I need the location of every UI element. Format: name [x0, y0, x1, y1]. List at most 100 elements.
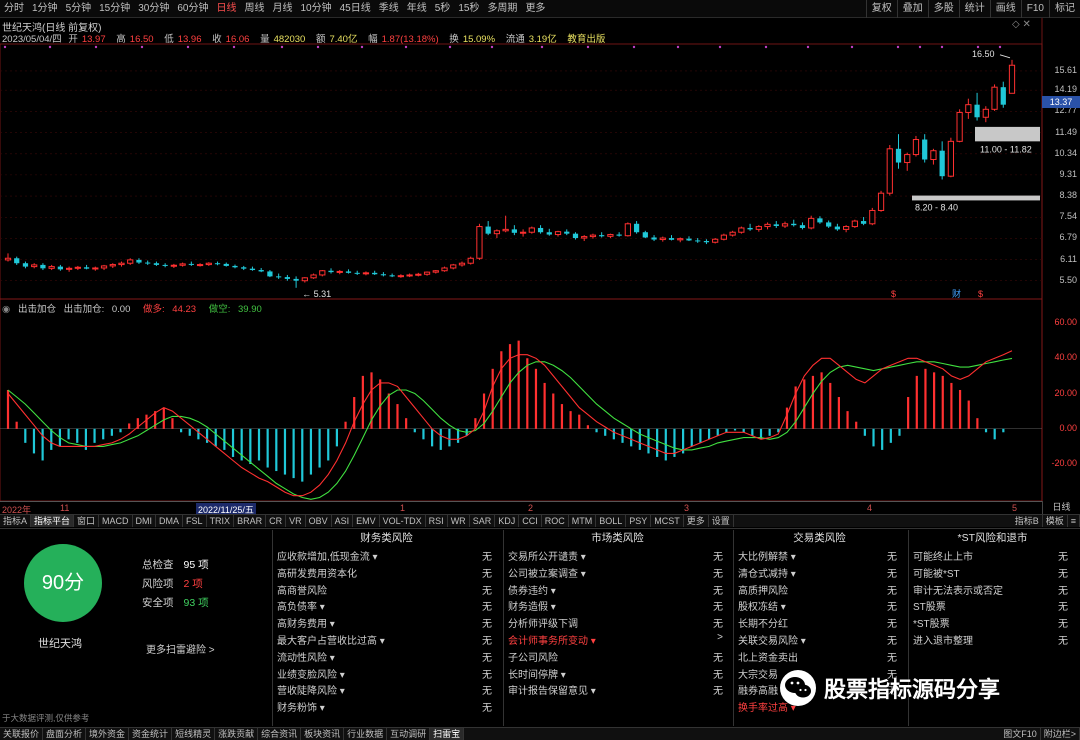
risk-row[interactable]: 可能被*ST 无 [909, 563, 1076, 580]
indicator-tab-4[interactable]: DMI [133, 515, 157, 527]
risk-row[interactable]: 可能终止上市 无 [909, 546, 1076, 563]
signal-dot [186, 45, 190, 49]
indicator-tab-19[interactable]: CCI [519, 515, 542, 527]
indicator-tab-7[interactable]: TRIX [207, 515, 235, 527]
indicator-tab-15[interactable]: RSI [426, 515, 448, 527]
indicator-tab-right-2[interactable]: ≡ [1068, 515, 1080, 527]
indicator-tab-20[interactable]: ROC [542, 515, 569, 527]
candle-body-up [458, 262, 466, 266]
indicator-tab-18[interactable]: KDJ [495, 515, 520, 527]
indicator-tab-0[interactable]: 指标A [0, 515, 32, 527]
signal-dot [850, 45, 854, 49]
risk-row[interactable]: 高质押风险 无 [734, 580, 905, 597]
indicator-name[interactable]: 出击加仓 [18, 304, 56, 315]
indicator-tab-13[interactable]: EMV [353, 515, 380, 527]
risk-row[interactable]: 分析师评级下调 无 [504, 613, 731, 630]
risk-column-1: 市场类风险 交易所公开谴责 ▾ 无公司被立案调查 ▾ 无债券违约 ▾ 无财务造假 ▾ 无分… [503, 530, 731, 726]
kline-chart[interactable]: 16.50 ← 5.31 11.00 - 11.82 8.20 - 8.40 $ 财 $ [0, 0, 1080, 501]
risk-row[interactable]: 高研发费用资本化 无 [273, 563, 500, 580]
risk-row[interactable]: 会计师事务所变动 ▾ > [504, 630, 731, 647]
risk-row[interactable]: 审计报告保留意见 ▾ 无 [504, 680, 731, 697]
indicator-tab-23[interactable]: PSY [626, 515, 652, 527]
risk-row[interactable]: 财务造假 ▾ 无 [504, 596, 731, 613]
price-grid [0, 70, 1042, 282]
bottom-tab-8[interactable]: 行业数据 [344, 728, 388, 740]
risk-row[interactable]: 高财务费用 ▾ 无 [273, 613, 500, 630]
bottom-tab-3[interactable]: 资金统计 [129, 728, 173, 740]
indicator-tab-24[interactable]: MCST [651, 515, 684, 527]
risk-row[interactable]: 财务粉饰 ▾ 无 [273, 697, 500, 714]
more-scan-link[interactable]: 更多扫雷避险 > [146, 641, 215, 656]
risk-row[interactable]: 大比例解禁 ▾ 无 [734, 546, 905, 563]
risk-row[interactable]: 长期不分红 无 [734, 613, 905, 630]
indicator-tab-25[interactable]: 更多 [684, 515, 709, 527]
indicator-tab-14[interactable]: VOL-TDX [380, 515, 426, 527]
indicator-tab-16[interactable]: WR [448, 515, 470, 527]
risk-row[interactable]: *ST股票 无 [909, 613, 1076, 630]
bottom-tab-right-1[interactable]: 附边栏> [1041, 728, 1080, 740]
signal-dot [896, 45, 900, 49]
candle-body-down [668, 238, 675, 240]
indicator-tab-1[interactable]: 指标平台 [31, 515, 75, 527]
candle-body-up [659, 237, 666, 241]
risk-row[interactable]: ST股票 无 [909, 596, 1076, 613]
bottom-tab-4[interactable]: 短线精灵 [172, 728, 216, 740]
risk-row-value: 无 [713, 585, 723, 597]
bottom-tab-10[interactable]: 扫雷宝 [430, 728, 465, 740]
risk-row[interactable]: 最大客户占营收比过高 ▾ 无 [273, 630, 500, 647]
risk-row[interactable]: 清仓式减持 ▾ 无 [734, 563, 905, 580]
indicator-tab-6[interactable]: FSL [183, 515, 207, 527]
indicator-tab-11[interactable]: OBV [306, 515, 332, 527]
indicator-tab-2[interactable]: 窗口 [74, 515, 100, 527]
risk-row[interactable]: 关联交易风险 ▾ 无 [734, 630, 905, 647]
indicator-tab-9[interactable]: CR [266, 515, 287, 527]
candle-body-up [930, 150, 937, 161]
risk-row[interactable]: 进入退市整理 无 [909, 630, 1076, 647]
candle-body-up [502, 228, 509, 232]
period-button[interactable]: 日线 [1042, 501, 1080, 514]
risk-row[interactable]: 高负债率 ▾ 无 [273, 596, 500, 613]
bottom-tab-1[interactable]: 盘面分析 [43, 728, 87, 740]
window-controls[interactable]: ◇ ✕ [1012, 19, 1031, 30]
risk-row[interactable]: 交易所公开谴责 ▾ 无 [504, 546, 731, 563]
indicator-tab-10[interactable]: VR [286, 515, 306, 527]
risk-row[interactable]: 公司被立案调查 ▾ 无 [504, 563, 731, 580]
risk-row[interactable]: 营收陡降风险 ▾ 无 [273, 680, 500, 697]
risk-row[interactable]: 股权冻结 ▾ 无 [734, 596, 905, 613]
risk-row[interactable]: 北上资金卖出 无 [734, 647, 905, 664]
indicator-tab-21[interactable]: MTM [569, 515, 597, 527]
risk-row[interactable]: 长时间停牌 ▾ 无 [504, 664, 731, 681]
bottom-tab-right-0[interactable]: 图文F10 [1000, 728, 1041, 740]
risk-row[interactable]: 子公司风险 无 [504, 647, 731, 664]
indicator-tab-right-0[interactable]: 指标B [1012, 515, 1043, 527]
indicator-tab-right-1[interactable]: 模板 [1043, 515, 1068, 527]
risk-row[interactable]: 审计无法表示或否定 无 [909, 580, 1076, 597]
bottom-tab-6[interactable]: 综合资讯 [258, 728, 302, 740]
bottom-tab-0[interactable]: 关联报价 [0, 728, 44, 740]
risk-row[interactable]: 业绩变脸风险 ▾ 无 [273, 664, 500, 681]
candle-body-down [380, 274, 387, 276]
risk-row-value: 无 [482, 602, 492, 614]
indicator-toggle-icon[interactable]: ◉ [2, 304, 10, 315]
indicator-tab-17[interactable]: SAR [470, 515, 496, 527]
risk-row[interactable]: 流动性风险 ▾ 无 [273, 647, 500, 664]
indicator-tab-3[interactable]: MACD [99, 515, 133, 527]
bottom-tab-9[interactable]: 互动调研 [387, 728, 431, 740]
risk-row[interactable]: 高商誉风险 无 [273, 580, 500, 597]
indicator-tab-12[interactable]: ASI [332, 515, 354, 527]
risk-row-label: 股权冻结 ▾ [738, 602, 786, 614]
indicator-tab-26[interactable]: 设置 [709, 515, 734, 527]
indicator-tab-22[interactable]: BOLL [596, 515, 627, 527]
indicator-tab-5[interactable]: DMA [156, 515, 184, 527]
risk-row-label: ST股票 [913, 602, 946, 614]
indicator-tab-8[interactable]: BRAR [234, 515, 267, 527]
candle-body-down [40, 264, 46, 269]
risk-row[interactable]: 应收款增加,低现金流 ▾ 无 [273, 546, 500, 563]
candle-body-down [791, 223, 797, 226]
candle-body-up [170, 264, 177, 267]
risk-row-label: 可能被*ST [913, 568, 960, 580]
bottom-tab-5[interactable]: 涨跌贡献 [215, 728, 259, 740]
bottom-tab-2[interactable]: 境外资金 [86, 728, 130, 740]
bottom-tab-7[interactable]: 板块资讯 [301, 728, 345, 740]
risk-row[interactable]: 债券违约 ▾ 无 [504, 580, 731, 597]
